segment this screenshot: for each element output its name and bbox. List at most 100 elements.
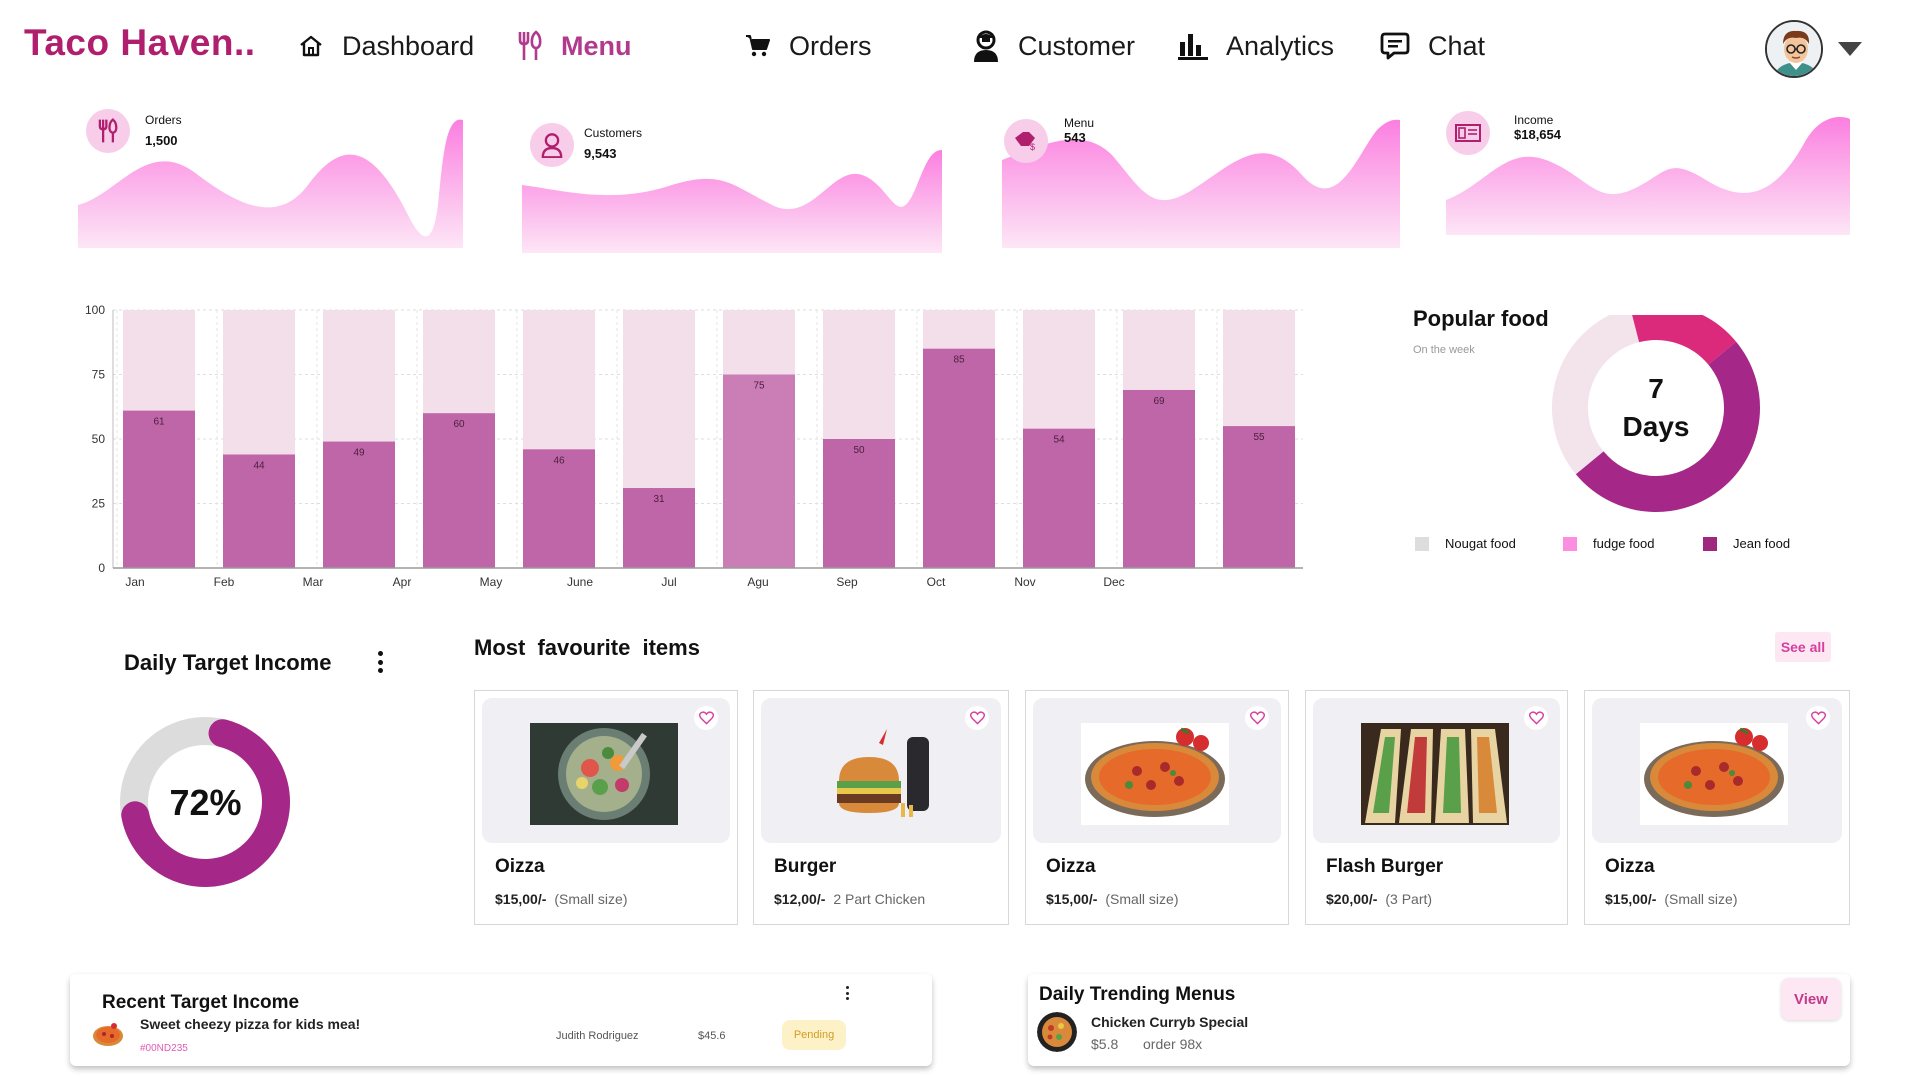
- stat-icon-orders: [86, 109, 130, 153]
- x-tick-label: Agu: [747, 575, 768, 589]
- recent-target-amount: $45.6: [698, 1030, 726, 1042]
- legend-label: fudge food: [1593, 536, 1655, 551]
- bar-value-label: 60: [453, 419, 465, 430]
- bar[interactable]: [223, 454, 295, 568]
- nav-orders[interactable]: Orders: [745, 26, 872, 66]
- bar[interactable]: [323, 441, 395, 568]
- bar[interactable]: [823, 439, 895, 568]
- fav-item-card[interactable]: Oizza $15,00/- (Small size): [1025, 690, 1289, 925]
- nav-chat-label: Chat: [1428, 30, 1486, 61]
- legend-swatch: [1703, 536, 1717, 551]
- price-note: (Small size): [554, 891, 628, 907]
- stat-value-income: $18,654: [1514, 127, 1561, 142]
- y-tick-label: 0: [98, 561, 105, 575]
- legend-label: Jean food: [1733, 536, 1791, 551]
- menu-wave-chart: [1002, 119, 1400, 248]
- stat-label-orders: Orders: [145, 113, 182, 127]
- legend-nougat: Nougat food: [1415, 536, 1516, 551]
- profile-dropdown-caret-icon[interactable]: [1838, 42, 1862, 56]
- donut-slice[interactable]: [1632, 315, 1737, 366]
- stat-icon-customers: [530, 123, 574, 167]
- favorite-heart-icon[interactable]: [1524, 706, 1548, 730]
- nav-customer-label: Customer: [1018, 30, 1136, 61]
- favorite-heart-icon[interactable]: [694, 706, 718, 730]
- recent-target-code: #00ND235: [140, 1043, 188, 1054]
- nav-orders-label: Orders: [789, 30, 872, 61]
- orders-wave-chart: [78, 119, 463, 249]
- bar-value-label: 50: [853, 445, 865, 456]
- fav-item-name: Flash Burger: [1326, 856, 1444, 877]
- bar[interactable]: [1123, 389, 1195, 568]
- brand-logo[interactable]: Taco Haven..: [24, 22, 256, 64]
- nav-menu[interactable]: Menu: [517, 26, 632, 66]
- stat-value-menu: 543: [1064, 130, 1086, 145]
- food-image-box: [1313, 698, 1560, 843]
- x-tick-label: May: [480, 575, 503, 589]
- favorite-heart-icon[interactable]: [965, 706, 989, 730]
- fav-item-card[interactable]: Oizza $15,00/- (Small size): [1584, 690, 1850, 925]
- utensils-icon: [98, 118, 118, 143]
- fav-item-card[interactable]: Oizza $15,00/- (Small size): [474, 690, 738, 925]
- nav-menu-label: Menu: [561, 30, 632, 61]
- price-value: $15,00/-: [1046, 891, 1098, 907]
- pizza-image: [1081, 723, 1229, 825]
- trending-item-price: $5.8: [1091, 1036, 1119, 1052]
- legend-fudge: fudge food: [1563, 536, 1654, 551]
- stat-label-income: Income: [1514, 113, 1554, 127]
- view-button[interactable]: View: [1781, 978, 1841, 1020]
- nav-analytics[interactable]: Analytics: [1178, 26, 1334, 66]
- y-tick-label: 25: [92, 497, 106, 511]
- fav-item-price: $12,00/- 2 Part Chicken: [774, 891, 925, 907]
- x-tick-label: Jul: [661, 575, 676, 589]
- y-tick-label: 50: [92, 432, 106, 446]
- fav-item-name: Burger: [774, 856, 837, 877]
- utensils-icon: [518, 30, 542, 60]
- nav-dashboard[interactable]: Dashboard: [298, 26, 474, 66]
- nav-chat[interactable]: Chat: [1380, 26, 1485, 66]
- price-value: $20,00/-: [1326, 891, 1378, 907]
- x-tick-label: Oct: [927, 575, 946, 589]
- favorite-heart-icon[interactable]: [1245, 706, 1269, 730]
- see-all-button[interactable]: See all: [1775, 632, 1831, 662]
- nav-analytics-label: Analytics: [1226, 30, 1335, 61]
- legend-jean: Jean food: [1703, 536, 1790, 551]
- stat-card-customers: Customers 9,543: [522, 95, 942, 255]
- stat-card-orders: Orders 1,500: [78, 95, 463, 250]
- stat-card-menu: $ Menu 543: [1002, 95, 1400, 250]
- bar-value-label: 61: [153, 417, 165, 428]
- user-avatar[interactable]: [1765, 20, 1823, 78]
- fav-item-price: $15,00/- (Small size): [1605, 891, 1738, 907]
- bar[interactable]: [123, 410, 195, 568]
- fav-item-card[interactable]: Burger $12,00/- 2 Part Chicken: [753, 690, 1009, 925]
- bar[interactable]: [723, 374, 795, 569]
- x-tick-label: Dec: [1103, 575, 1124, 589]
- food-image-box: [482, 698, 730, 843]
- fav-item-name: Oizza: [495, 856, 545, 877]
- stat-icon-income: [1446, 111, 1490, 155]
- stat-icon-menu: $: [1004, 119, 1048, 163]
- menu-tag-icon: $: [1015, 132, 1035, 152]
- recent-target-more-icon[interactable]: [843, 986, 851, 1000]
- fav-item-price: $20,00/- (3 Part): [1326, 891, 1432, 907]
- customer-icon: [541, 133, 563, 158]
- nav-customer[interactable]: Customer: [972, 26, 1135, 66]
- y-tick-label: 75: [92, 368, 106, 382]
- bar[interactable]: [923, 348, 995, 568]
- bar[interactable]: [423, 413, 495, 568]
- daily-target-percent: 72%: [169, 782, 242, 823]
- bar[interactable]: [1023, 428, 1095, 568]
- curry-thumbnail: [1037, 1012, 1077, 1052]
- bar[interactable]: [1223, 426, 1295, 568]
- stat-label-menu: Menu: [1064, 116, 1095, 130]
- bar-value-label: 49: [353, 448, 365, 459]
- x-tick-label: Apr: [393, 575, 412, 589]
- price-note: 2 Part Chicken: [833, 891, 926, 907]
- favorite-heart-icon[interactable]: [1806, 706, 1830, 730]
- x-tick-label: Nov: [1014, 575, 1035, 589]
- bar[interactable]: [523, 449, 595, 568]
- home-icon: [300, 35, 322, 57]
- recent-target-customer: Judith Rodriguez: [556, 1030, 639, 1042]
- fav-item-card[interactable]: Flash Burger $20,00/- (3 Part): [1305, 690, 1568, 925]
- daily-target-more-icon[interactable]: [372, 648, 388, 676]
- pizza-thumbnail: [93, 1023, 123, 1046]
